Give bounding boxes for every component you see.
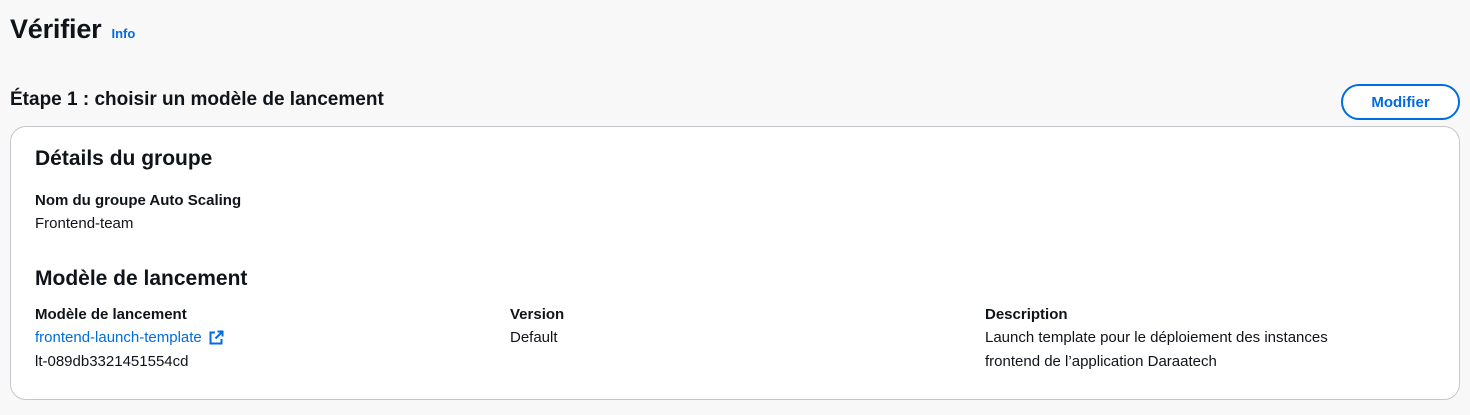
page-title: Vérifier xyxy=(10,14,102,44)
edit-button[interactable]: Modifier xyxy=(1341,84,1460,120)
description-label: Description xyxy=(985,306,1068,323)
version-label: Version xyxy=(510,306,565,323)
external-link-icon[interactable] xyxy=(208,330,224,346)
info-link[interactable]: Info xyxy=(111,26,135,41)
page-header: Vérifier Info xyxy=(10,14,135,45)
group-details-heading: Détails du groupe xyxy=(35,147,213,170)
launch-template-label: Modèle de lancement xyxy=(35,306,187,323)
review-card: Détails du groupe Nom du groupe Auto Sca… xyxy=(10,126,1460,400)
description-line-1: Launch template pour le déploiement des … xyxy=(985,329,1328,346)
group-name-label: Nom du groupe Auto Scaling xyxy=(35,192,242,209)
step-title: Étape 1 : choisir un modèle de lancement xyxy=(10,89,384,110)
group-name-value: Frontend-team xyxy=(35,215,134,232)
launch-template-link-text[interactable]: frontend-launch-template xyxy=(35,329,202,346)
launch-template-link[interactable]: frontend-launch-template xyxy=(35,329,224,346)
launch-template-id: lt-089db3321451554cd xyxy=(35,353,189,370)
description-line-2: frontend de l’application Daraatech xyxy=(985,353,1217,370)
launch-template-heading: Modèle de lancement xyxy=(35,267,248,290)
version-value: Default xyxy=(510,329,558,346)
